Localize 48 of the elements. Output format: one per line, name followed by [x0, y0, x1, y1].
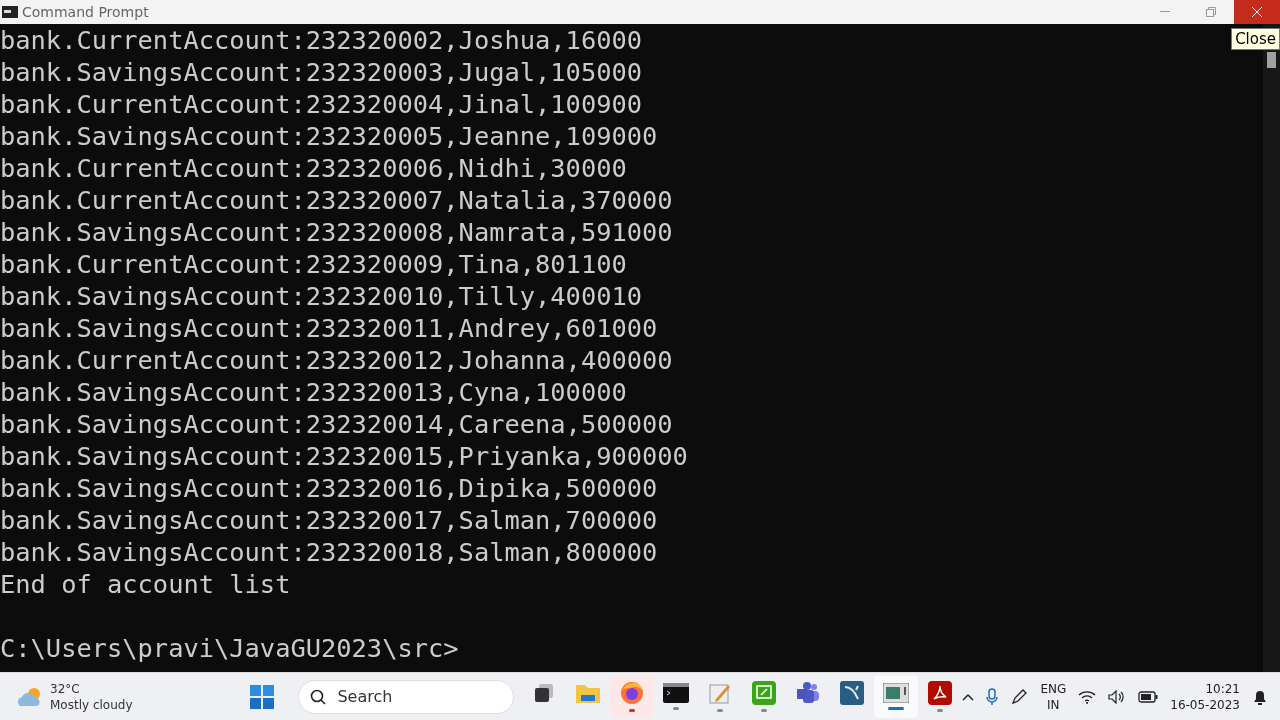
- console-line: bank.CurrentAccount:232320007,Natalia,370000: [0, 184, 673, 216]
- weather-condition: Mostly cloudy: [50, 696, 133, 713]
- window-icon: [883, 683, 910, 703]
- language-label[interactable]: ENG: [1040, 680, 1067, 697]
- dolphin-icon: [840, 681, 865, 705]
- wifi-icon[interactable]: [1078, 689, 1097, 704]
- console-line: bank.SavingsAccount:232320015,Priyanka,900000: [0, 440, 688, 472]
- search-field[interactable]: Search: [298, 679, 515, 714]
- restore-icon: [1206, 7, 1216, 17]
- notepad-icon: [708, 681, 733, 705]
- terminal-icon: [2, 6, 18, 18]
- clock-time[interactable]: 10:21: [1205, 680, 1240, 697]
- pen-icon[interactable]: [1010, 687, 1029, 706]
- console-line: bank.CurrentAccount:232320009,Tina,801100: [0, 248, 627, 280]
- console-line: bank.SavingsAccount:232320010,Tilly,400010: [0, 280, 643, 312]
- window-title: Command Prompt: [22, 4, 149, 20]
- console-line: bank.SavingsAccount:232320013,Cyna,100000: [0, 376, 627, 408]
- whiteboard-icon: [752, 681, 777, 705]
- minimize-icon: [1160, 11, 1170, 13]
- console-line: bank.SavingsAccount:232320016,Dipika,500000: [0, 472, 658, 504]
- clock-date[interactable]: 16-05-2023: [1170, 696, 1240, 713]
- region-label[interactable]: IN: [1047, 696, 1060, 713]
- temperature: 32°C: [50, 680, 81, 697]
- chevron-up-icon[interactable]: [962, 692, 975, 701]
- console-line: bank.SavingsAccount:232320018,Salman,800000: [0, 536, 658, 568]
- people-icon: [795, 681, 822, 705]
- console-line: End of account list: [0, 568, 291, 600]
- folder-icon: [575, 682, 602, 704]
- squares-icon: [533, 682, 556, 704]
- console-line: bank.CurrentAccount:232320012,Johanna,400000: [0, 344, 673, 376]
- pdf-icon: [928, 681, 953, 705]
- terminal-icon: [663, 683, 690, 703]
- speaker-icon[interactable]: [1108, 689, 1127, 704]
- console-line: bank.CurrentAccount:232320006,Nidhi,30000: [0, 152, 627, 184]
- console-line: bank.CurrentAccount:232320002,Joshua,16000: [0, 24, 643, 56]
- console-line: bank.SavingsAccount:232320011,Andrey,601000: [0, 312, 658, 344]
- command-prompt: C:\Users\pravi\JavaGU2023\src>: [0, 632, 459, 664]
- console-line: bank.CurrentAccount:232320004,Jinal,100900: [0, 88, 643, 120]
- microphone-icon[interactable]: [986, 687, 999, 706]
- console-line: bank.SavingsAccount:232320003,Jugal,105000: [0, 56, 643, 88]
- battery-icon[interactable]: [1138, 690, 1159, 703]
- console-line: bank.SavingsAccount:232320014,Careena,500000: [0, 408, 673, 440]
- console-line: bank.SavingsAccount:232320008,Namrata,591000: [0, 216, 673, 248]
- console-line: bank.SavingsAccount:232320005,Jeanne,109000: [0, 120, 658, 152]
- console-line: bank.SavingsAccount:232320017,Salman,700000: [0, 504, 658, 536]
- close-icon: [1252, 7, 1262, 17]
- globe-icon: [620, 681, 645, 705]
- tooltip: Close: [1231, 28, 1280, 50]
